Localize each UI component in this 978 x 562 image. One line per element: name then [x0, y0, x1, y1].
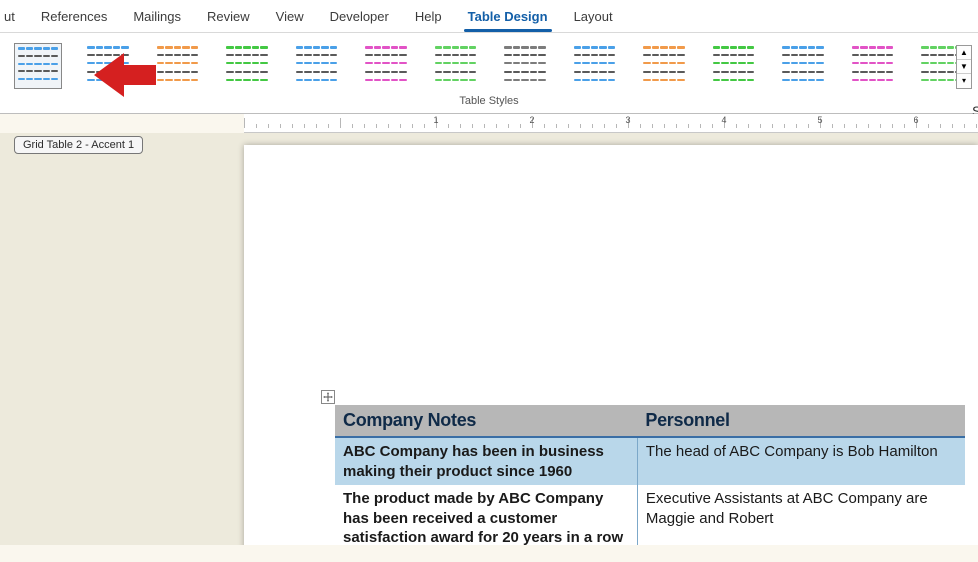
ruler-mark-5: 5	[817, 115, 822, 125]
tab-mailings[interactable]: Mailings	[123, 5, 191, 28]
table-row[interactable]: The product made by ABC Company has been…	[335, 485, 965, 545]
tab-layout[interactable]: Layout	[564, 5, 623, 28]
horizontal-ruler[interactable]: 1 2 3 4 5 6	[244, 114, 978, 133]
tab-view[interactable]: View	[266, 5, 314, 28]
table-style-option-9[interactable]	[640, 43, 688, 89]
ruler-mark-6: 6	[913, 115, 918, 125]
tab-developer[interactable]: Developer	[320, 5, 399, 28]
gallery-scroll-up[interactable]: ▲	[957, 46, 971, 60]
document-workspace: Company Notes Personnel ABC Company has …	[0, 133, 978, 545]
table-style-option-0[interactable]	[14, 43, 62, 89]
ribbon-tabs: ut References Mailings Review View Devel…	[0, 0, 978, 33]
tab-table-design[interactable]: Table Design	[458, 5, 558, 28]
table-style-option-6[interactable]	[432, 43, 480, 89]
table-style-option-8[interactable]	[571, 43, 619, 89]
tab-layout-cut[interactable]: ut	[4, 5, 25, 28]
ruler-mark-1: 1	[433, 115, 438, 125]
table-style-option-11[interactable]	[779, 43, 827, 89]
table-cell-personnel[interactable]: The head of ABC Company is Bob Hamilton	[637, 437, 965, 485]
table-row[interactable]: ABC Company has been in business making …	[335, 437, 965, 485]
gallery-scroll-buttons: ▲ ▼ ▾	[956, 45, 972, 89]
annotation-arrow-icon	[94, 49, 156, 101]
table-header-personnel[interactable]: Personnel	[637, 405, 965, 437]
ruler-mark-4: 4	[721, 115, 726, 125]
ruler-mark-2: 2	[529, 115, 534, 125]
table-style-option-2[interactable]	[154, 43, 202, 89]
table-style-option-7[interactable]	[501, 43, 549, 89]
gallery-scroll-down[interactable]: ▼	[957, 60, 971, 74]
table-style-option-3[interactable]	[223, 43, 271, 89]
table-style-option-10[interactable]	[710, 43, 758, 89]
tab-review[interactable]: Review	[197, 5, 260, 28]
table-cell-company-notes[interactable]: The product made by ABC Company has been…	[335, 485, 637, 545]
table-move-handle[interactable]	[321, 390, 335, 404]
table-cell-personnel[interactable]: Executive Assistants at ABC Company are …	[637, 485, 965, 545]
ruler-mark-3: 3	[625, 115, 630, 125]
table-cell-company-notes[interactable]: ABC Company has been in business making …	[335, 437, 637, 485]
document-table[interactable]: Company Notes Personnel ABC Company has …	[335, 405, 965, 545]
table-style-option-4[interactable]	[293, 43, 341, 89]
style-tooltip: Grid Table 2 - Accent 1	[14, 136, 143, 154]
table-style-option-12[interactable]	[849, 43, 897, 89]
table-style-option-5[interactable]	[362, 43, 410, 89]
table-header-company-notes[interactable]: Company Notes	[335, 405, 637, 437]
gallery-expand[interactable]: ▾	[957, 74, 971, 88]
tab-help[interactable]: Help	[405, 5, 452, 28]
tab-references[interactable]: References	[31, 5, 117, 28]
